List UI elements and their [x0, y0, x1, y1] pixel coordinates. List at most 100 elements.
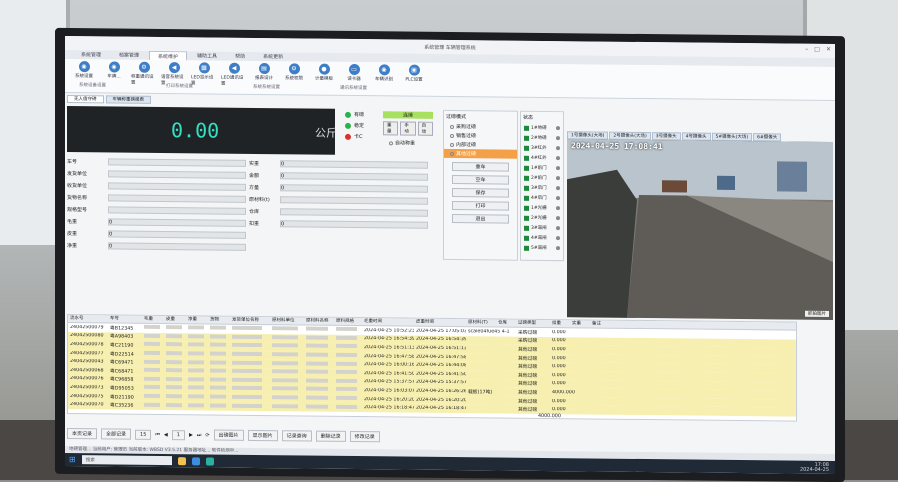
menu-tab-0[interactable]: 系统管理: [73, 50, 109, 59]
ribbon-button-10[interactable]: ◉ 车辆识别: [371, 64, 397, 93]
first-page-icon[interactable]: ⏮: [155, 431, 160, 437]
column-header-0[interactable]: 流水号: [68, 315, 108, 322]
field-input-right-3[interactable]: [280, 196, 428, 205]
page-number[interactable]: 1: [171, 429, 185, 440]
field-input-6[interactable]: 0: [108, 230, 246, 239]
app-icon[interactable]: [205, 456, 214, 466]
ribbon-button-11[interactable]: ▣ PLC设置: [401, 64, 427, 93]
action-button-0[interactable]: 重车: [452, 162, 509, 172]
column-header-12[interactable]: 原材料(T): [466, 319, 496, 326]
field-input-7[interactable]: 0: [108, 242, 246, 251]
pager-button-0[interactable]: 出磅图片: [213, 429, 244, 441]
column-header-9[interactable]: 原料规格: [334, 318, 362, 325]
sensor-panel-title: 状态: [523, 114, 534, 121]
refresh-icon[interactable]: ⟳: [205, 432, 209, 438]
auto-weigh-radio[interactable]: 自动称重: [383, 138, 433, 148]
column-header-6[interactable]: 发货单位名称: [230, 317, 270, 324]
cell-type: 其他过磅: [518, 407, 538, 414]
next-page-icon[interactable]: ▶: [189, 432, 193, 438]
redacted-cell: [186, 334, 208, 340]
manual-button[interactable]: 手动: [400, 121, 416, 136]
field-input-3[interactable]: [108, 194, 246, 203]
radio-icon: [450, 142, 454, 147]
redacted-bar: [188, 359, 204, 365]
browser-icon[interactable]: [191, 456, 200, 465]
field-input-1[interactable]: [108, 170, 246, 179]
field-input-right-5[interactable]: 0: [280, 220, 428, 229]
pager-button-1[interactable]: 显示图片: [247, 429, 278, 442]
field-input-right-2[interactable]: 0: [280, 184, 428, 193]
close-icon[interactable]: ✕: [826, 46, 831, 53]
page-size-select[interactable]: 15: [135, 429, 152, 440]
mode-radio-3[interactable]: 其他过磅: [444, 148, 517, 159]
column-header-17[interactable]: 备注: [590, 320, 630, 327]
column-header-10[interactable]: 毛重时间: [362, 318, 414, 326]
sensor-0: 1#地磅: [521, 123, 563, 133]
redacted-bar: [144, 342, 160, 347]
action-button-3[interactable]: 打印: [452, 201, 509, 211]
column-header-13[interactable]: 仓库: [496, 319, 516, 326]
minimize-icon[interactable]: –: [805, 46, 808, 53]
action-button-4[interactable]: 退出: [452, 214, 509, 224]
prev-page-icon[interactable]: ◀: [164, 432, 168, 438]
cell-tare_time: 2024-04-25 16:41:50: [416, 371, 466, 377]
pager-button-2[interactable]: 记录查询: [281, 430, 312, 442]
auto-button[interactable]: 自动: [417, 121, 433, 136]
cell-tare_time: 2024-04-25 17:05:03: [416, 328, 466, 334]
last-page-icon[interactable]: ⏭: [197, 432, 202, 438]
field-input-5[interactable]: 0: [108, 218, 246, 227]
filter-select[interactable]: 全部记录: [101, 428, 132, 440]
snapshot-button[interactable]: 抓拍图片: [805, 310, 829, 317]
column-header-14[interactable]: 过磅类型: [516, 320, 550, 327]
menu-tab-5[interactable]: 系统更新: [255, 52, 291, 61]
column-header-11[interactable]: 皮重时间: [414, 319, 466, 327]
redacted-bar: [232, 326, 263, 331]
redacted-cell: [142, 350, 164, 357]
pager-button-4[interactable]: 修改记录: [349, 430, 380, 443]
field-input-right-1[interactable]: 0: [280, 172, 428, 181]
doc-tab-report[interactable]: 车辆称重磅报表: [105, 95, 151, 104]
camera-tab-3[interactable]: 4号摄像头: [681, 132, 711, 141]
column-header-5[interactable]: 货物: [208, 316, 230, 323]
redacted-cell: [208, 403, 230, 409]
cell-type: 采购过磅: [518, 339, 538, 345]
field-input-right-4[interactable]: [280, 208, 428, 217]
scope-select[interactable]: 本页记录: [67, 427, 98, 440]
field-input-4[interactable]: [108, 206, 246, 215]
redacted-bar: [144, 325, 160, 330]
camera-view: 2024-04-25 17:08:41 抓拍图片: [567, 139, 833, 321]
field-input-0[interactable]: [108, 158, 246, 167]
column-header-7[interactable]: 原材料单位: [270, 317, 304, 324]
camera-tab-2[interactable]: 3号摄像头: [651, 132, 681, 141]
weight-button[interactable]: 重量: [383, 121, 399, 136]
column-header-2[interactable]: 毛重: [142, 316, 164, 323]
field-input-right-0[interactable]: 0: [280, 160, 428, 169]
column-header-1[interactable]: 车号: [108, 315, 142, 322]
doc-tab-unattended[interactable]: 无人值守磅: [67, 94, 104, 104]
column-header-16[interactable]: 实重: [570, 320, 590, 327]
column-header-8[interactable]: 原材料名称: [304, 317, 334, 324]
camera-icon: ◉: [78, 61, 90, 73]
action-button-1[interactable]: 空车: [452, 175, 509, 185]
redacted-cell: [208, 325, 230, 332]
menu-tab-4[interactable]: 帮助: [227, 52, 253, 61]
maximize-icon[interactable]: □: [814, 46, 820, 53]
field-input-2[interactable]: [108, 182, 246, 191]
action-button-2[interactable]: 保存: [452, 188, 509, 198]
menu-tab-3[interactable]: 辅助工具: [189, 51, 225, 60]
windows-start-icon[interactable]: ⊞: [69, 455, 76, 464]
folder-icon[interactable]: [177, 456, 186, 465]
taskbar-search[interactable]: 搜索: [81, 455, 172, 466]
menu-tab-2[interactable]: 系统维护: [149, 50, 188, 61]
column-header-4[interactable]: 净重: [186, 316, 208, 323]
column-header-3[interactable]: 皮重: [164, 316, 186, 323]
form-row-right-2: 方量 0: [249, 184, 428, 193]
pager-button-3[interactable]: 删除记录: [315, 430, 346, 442]
redacted-cell: [304, 361, 334, 367]
menu-tab-1[interactable]: 档案管理: [111, 50, 147, 59]
cell-type: 采购过磅: [518, 330, 538, 336]
camera-tab-5[interactable]: 6#摄像头: [753, 133, 782, 142]
redacted-cell: [230, 403, 270, 409]
cell-type: 其他过磅: [518, 390, 538, 396]
column-header-15[interactable]: 扣重: [550, 320, 570, 327]
